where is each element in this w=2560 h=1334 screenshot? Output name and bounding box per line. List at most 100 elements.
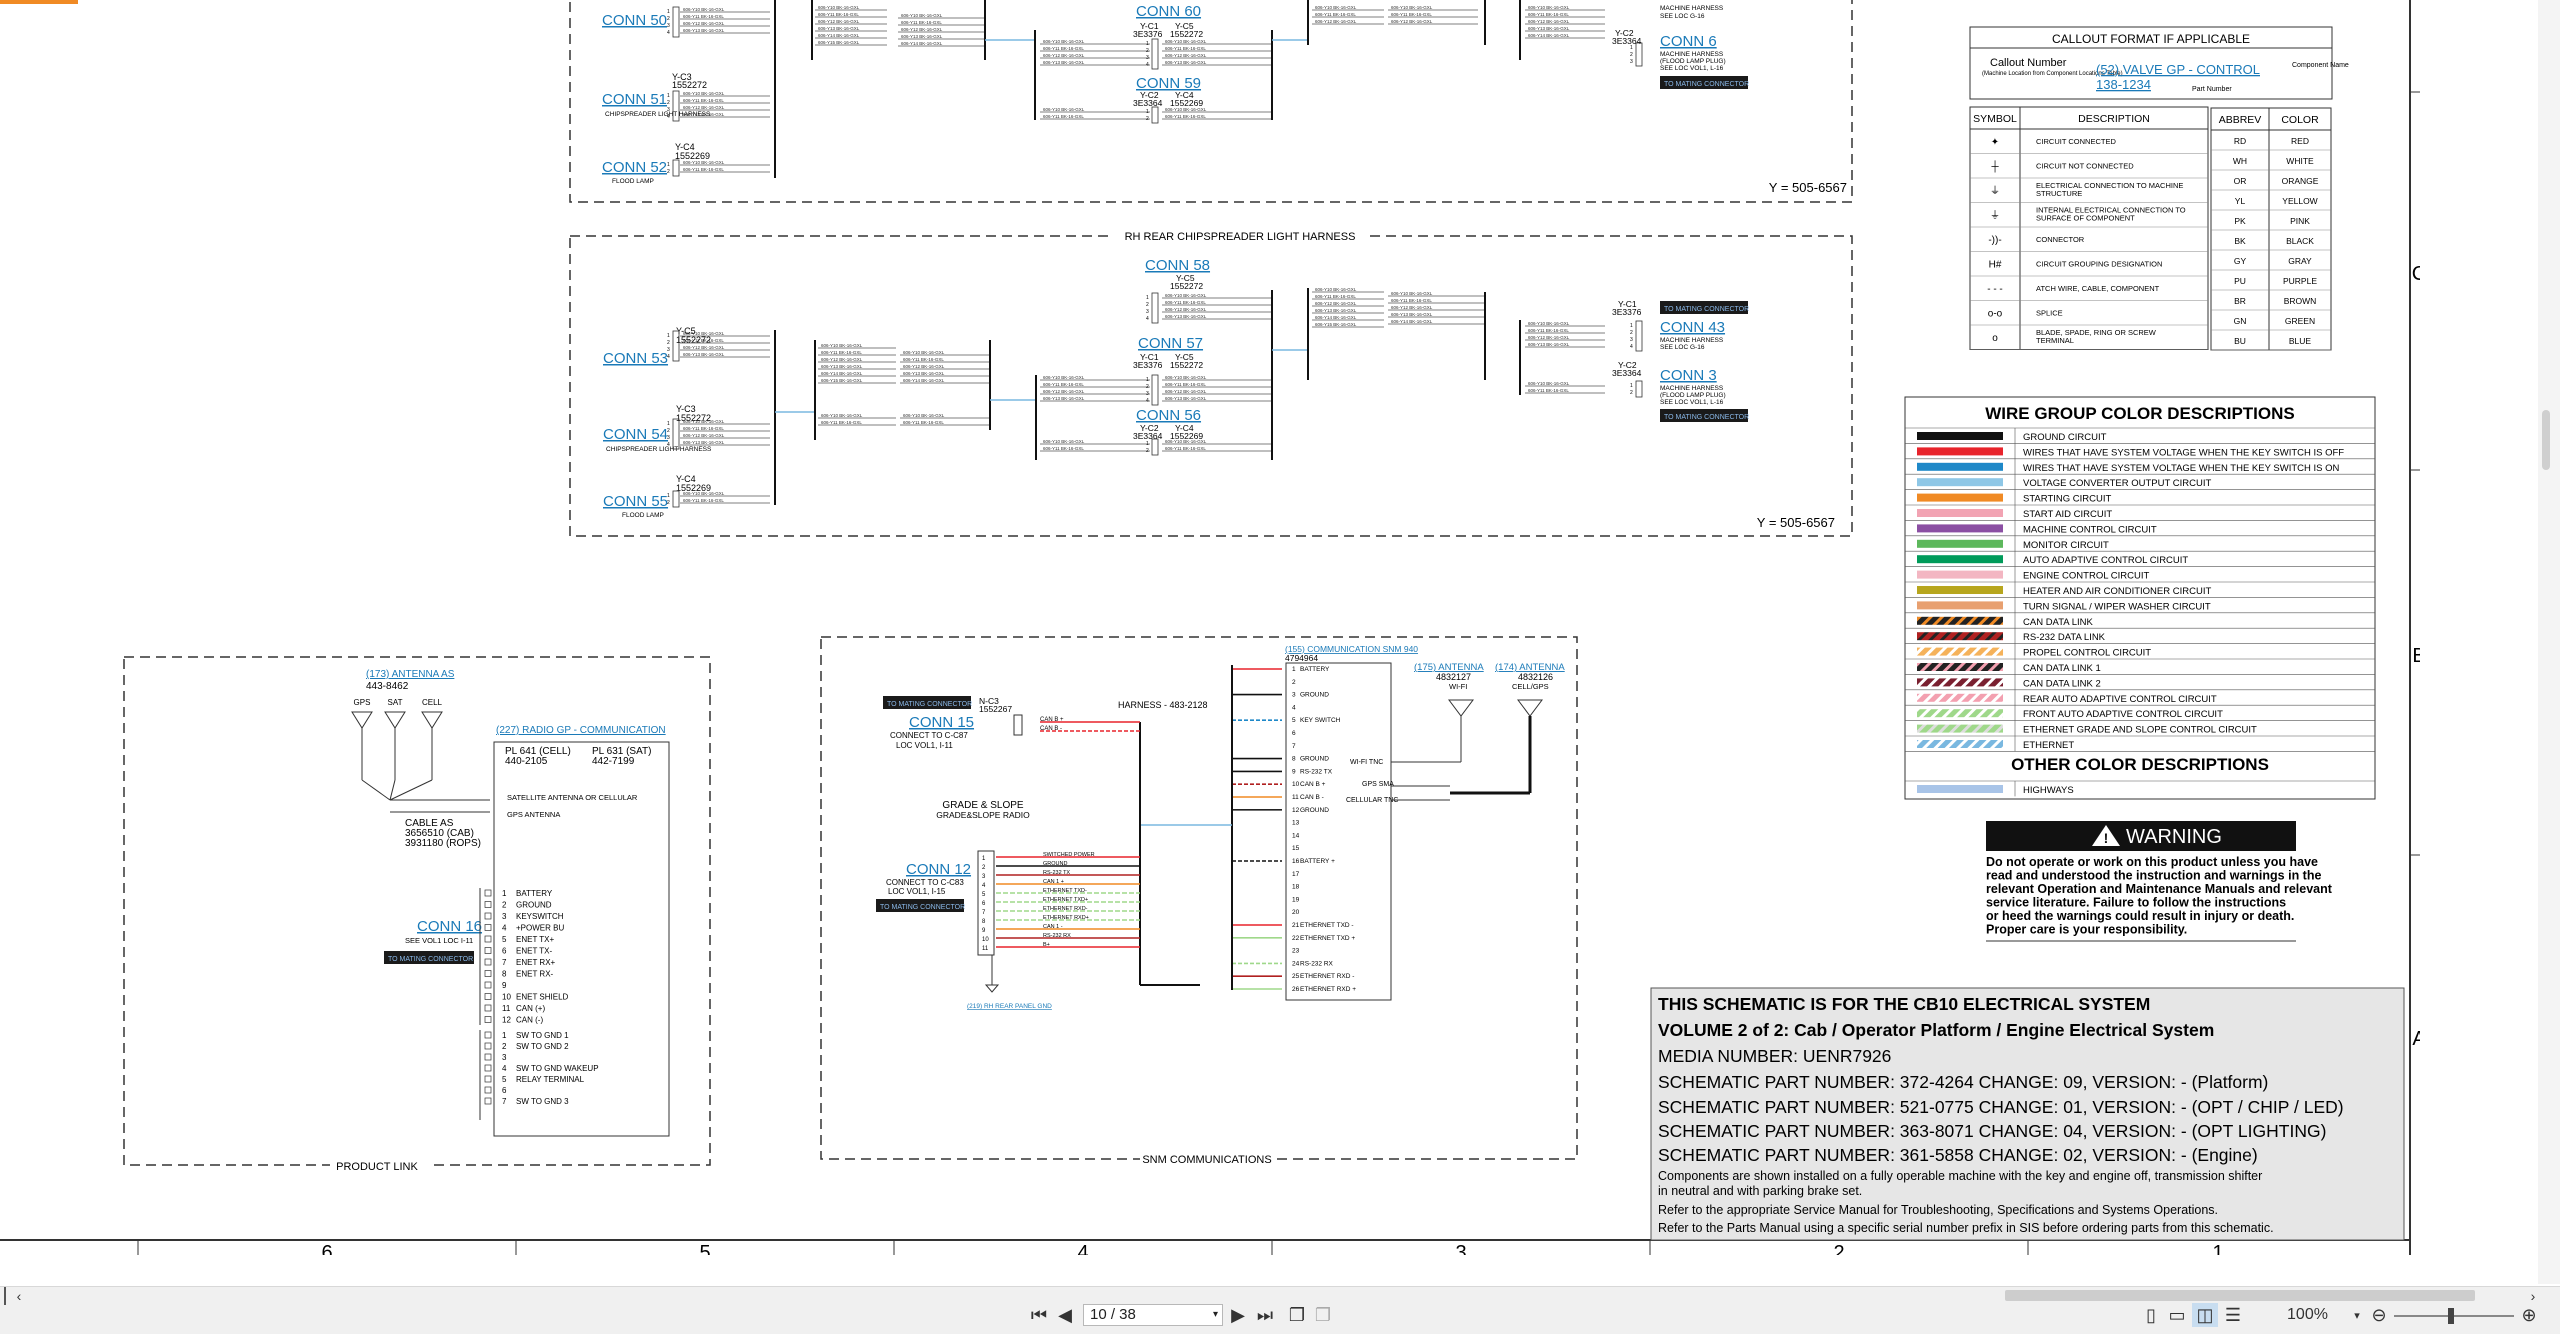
rh-y-code: Y = 505-6567 <box>1757 515 1835 530</box>
conn-51-label[interactable]: CONN 51 <box>602 91 667 108</box>
connector-shell <box>1635 320 1643 352</box>
snm-pin-number: 16 <box>1292 858 1300 865</box>
conn-50-label[interactable]: CONN 50 <box>602 12 667 29</box>
wire-group-label: TURN SIGNAL / WIPER WASHER CIRCUIT <box>2023 601 2211 612</box>
wire-tag: 606-Y12 BK-16-GXL <box>1315 19 1357 24</box>
continuous-view-icon[interactable]: ▭ <box>2166 1303 2188 1327</box>
zoom-dropdown-icon[interactable]: ▾ <box>2350 1303 2364 1327</box>
page-dropdown-icon[interactable]: ▾ <box>1213 1305 1218 1325</box>
zone-column-label: 1 <box>2212 1242 2223 1255</box>
conn-15-label[interactable]: CONN 15 <box>909 714 974 731</box>
wire-tag: 606-Y14 BK-16-GXL <box>1315 315 1357 320</box>
conn-53-label[interactable]: CONN 53 <box>603 350 668 367</box>
conn-55-sub: FLOOD LAMP <box>622 512 664 519</box>
symbol-description: ATCH WIRE, CABLE, COMPONENT <box>2036 284 2160 293</box>
wire-tag: 606-Y11 BK-16-GXL <box>903 420 944 425</box>
info-line-5: SCHEMATIC PART NUMBER: 521-0775 CHANGE: … <box>1658 1097 2344 1117</box>
callout-example[interactable]: (52) VALVE GP - CONTROL <box>2096 62 2260 77</box>
wire-tag: 606-Y15 BK-16-GXL <box>1315 322 1357 327</box>
wire-tag: 606-Y10 BK-16-GXL <box>683 331 725 336</box>
wire-tag: 606-Y13 BK-16-GXL <box>818 26 860 31</box>
snm-pin-label: CAN B + <box>1300 781 1326 788</box>
zoom-level[interactable]: 100% <box>2280 1303 2335 1327</box>
zoom-slider-thumb[interactable] <box>2448 1308 2454 1324</box>
zoom-out-icon[interactable]: ⊖ <box>2368 1303 2390 1327</box>
page-number-value: 10 / 38 <box>1090 1306 1136 1323</box>
wire-tag: 606-Y10 BK-16-GXL <box>1165 293 1207 298</box>
wire-tag: 606-Y10 BK-16-GXL <box>903 350 945 355</box>
radio-pins: 1 BATTERY 2 GROUND 3 KEYSWITCH 4 +POWER BU 5 ENET… <box>479 888 599 1120</box>
conn-3-note-3: SEE LOC VOL1, L-16 <box>1660 399 1724 406</box>
wire-tag: 606-Y10 BK-16-GXL <box>1043 107 1085 112</box>
wire-group-label: CAN DATA LINK 2 <box>2023 678 2101 689</box>
zoom-slider-track[interactable] <box>2394 1315 2514 1317</box>
conn-15-note-1: CONNECT TO C-C87 <box>890 731 968 740</box>
conn-54-label[interactable]: CONN 54 <box>603 426 668 443</box>
wire-color-swatch <box>1917 709 2003 718</box>
symbol-description: SPLICE <box>2036 309 2063 318</box>
conn-58-label[interactable]: CONN 58 <box>1145 257 1210 274</box>
vertical-scroll-thumb[interactable] <box>2542 410 2550 470</box>
rh-harness-box: RH REAR CHIPSPREADER LIGHT HARNESS Y = 5… <box>569 229 1853 537</box>
conn-43-note-2: SEE LOC G-16 <box>1660 344 1705 351</box>
scroll-mode-icon[interactable]: ☰ <box>2222 1303 2244 1327</box>
radio-pin-number: 11 <box>502 1004 511 1013</box>
antenna-label[interactable]: (173) ANTENNA AS <box>366 669 455 680</box>
wire-group-label: HEATER AND AIR CONDITIONER CIRCUIT <box>2023 586 2211 597</box>
conn-57-label[interactable]: CONN 57 <box>1138 335 1203 352</box>
snm-pin-label: ETHERNET TXD + <box>1300 935 1355 942</box>
conn-52-label[interactable]: CONN 52 <box>602 159 667 176</box>
conn-16-label[interactable]: CONN 16 <box>417 918 482 935</box>
info-note-4: Refer to the Parts Manual using a specif… <box>1658 1221 2274 1235</box>
two-page-view-icon[interactable]: ◫ <box>2192 1303 2218 1327</box>
first-page-icon[interactable]: ⏮ <box>1028 1303 1050 1327</box>
wire-tag: 606-Y10 BK-16-GXL <box>1165 375 1207 380</box>
gnd-label[interactable]: (219) RH REAR PANEL GND <box>967 1003 1052 1010</box>
wire-group-label: ETHERNET <box>2023 740 2074 751</box>
conn-3-label[interactable]: CONN 3 <box>1660 367 1717 384</box>
wire-tag: 606-Y11 BK-16-GXL <box>1165 114 1206 119</box>
scroll-left-icon[interactable]: ‹ <box>12 1287 26 1305</box>
schematic-drawing[interactable]: 6 5 4 3 2 1CBA Y = 505-6567 CONN 50 Y-C3 1552… <box>0 0 2429 1264</box>
wire-tag: 606-Y10 BK-16-GXL <box>1043 39 1085 44</box>
radio-pin-terminal <box>484 947 492 954</box>
copy-page-icon[interactable]: ❐ <box>1286 1303 1308 1327</box>
single-page-view-icon[interactable]: ▯ <box>2140 1303 2162 1327</box>
conn-6-label[interactable]: CONN 6 <box>1660 33 1717 50</box>
next-page-icon[interactable]: ▶ <box>1227 1303 1249 1327</box>
radio-label[interactable]: (227) RADIO GP - COMMUNICATION <box>496 725 666 736</box>
gps-antenna-label: GPS ANTENNA <box>507 810 560 819</box>
paste-page-icon[interactable]: ❐ <box>1312 1303 1334 1327</box>
connector-pin-number: 3 <box>667 23 670 29</box>
color-table-border <box>2210 107 2332 351</box>
wire-tag: 606-Y11 BK-16-GXL <box>1043 46 1084 51</box>
conn12-pin-label: SWITCHED POWER <box>1043 852 1095 858</box>
snm-pin-label: BATTERY + <box>1300 858 1335 865</box>
wire-tag: 606-Y10 BK-16-GXL <box>1528 381 1570 386</box>
wire-color-swatch <box>1917 478 2003 487</box>
radio-pin-number: 5 <box>502 1075 507 1084</box>
conn-55-label[interactable]: CONN 55 <box>603 493 668 510</box>
radio-pin-terminal <box>484 1097 492 1105</box>
conn-43-label[interactable]: CONN 43 <box>1660 319 1725 336</box>
vertical-scrollbar[interactable] <box>2538 0 2560 1284</box>
connector-pin-number: 4 <box>667 30 670 36</box>
conn-12-label[interactable]: CONN 12 <box>906 861 971 878</box>
zoom-in-icon[interactable]: ⊕ <box>2518 1303 2540 1327</box>
connector-pin-number: 2 <box>667 428 670 434</box>
last-page-icon[interactable]: ⏭ <box>1254 1303 1276 1327</box>
radio-pin-terminal <box>484 1075 492 1083</box>
conn-56-label[interactable]: CONN 56 <box>1136 407 1201 424</box>
conn15-pin-label: CAN B - <box>1040 726 1062 732</box>
callout-part[interactable]: 138-1234 <box>2096 77 2151 92</box>
radio-pin-terminal <box>484 1053 492 1061</box>
wire-color-swatch <box>1917 632 2003 641</box>
wire-tag: 606-Y11 BK-16-GXL <box>1528 388 1569 393</box>
warning-text-line: relevant Operation and Maintenance Manua… <box>1986 882 2333 896</box>
page-number-field[interactable]: 10 / 38 ▾ <box>1083 1304 1223 1326</box>
wire-tag: 606-Y11 BK-16-GXL <box>818 12 859 17</box>
wire-tag: 606-Y12 BK-16-GXL <box>818 19 860 24</box>
prev-page-icon[interactable]: ◀ <box>1054 1303 1076 1327</box>
horizontal-scroll-thumb[interactable] <box>2005 1290 2475 1301</box>
conn-60-label[interactable]: CONN 60 <box>1136 3 1201 20</box>
